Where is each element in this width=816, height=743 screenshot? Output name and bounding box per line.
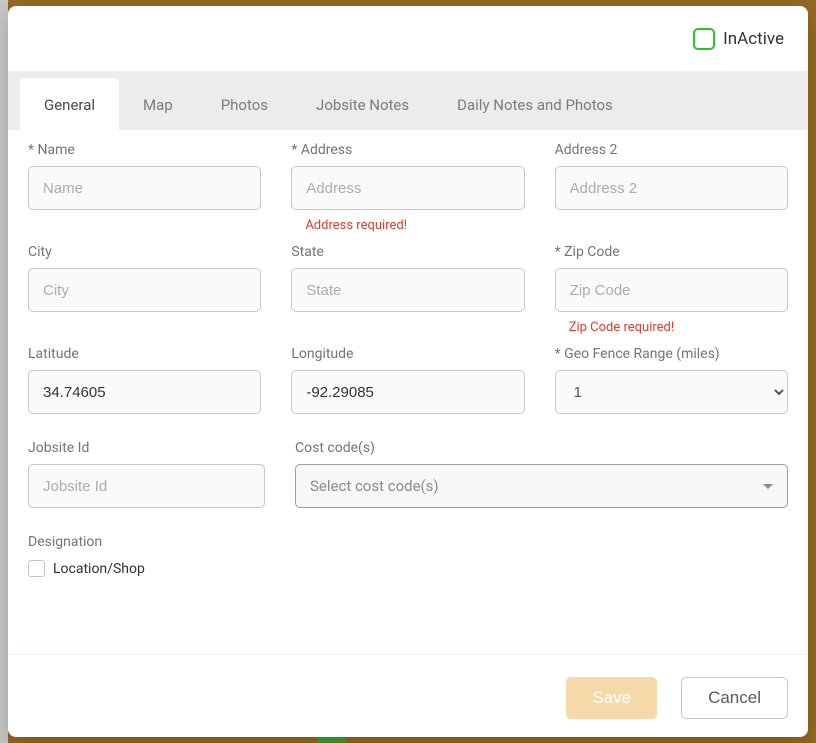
jobsite-id-input[interactable] [28,464,265,508]
inactive-checkbox-wrap[interactable]: InActive [693,28,784,50]
save-button[interactable]: Save [566,677,657,719]
field-name: * Name [28,142,261,240]
longitude-label: Longitude [291,346,524,362]
field-latitude: Latitude [28,346,261,436]
field-designation: Designation Location/Shop [28,534,788,577]
tab-general[interactable]: General [20,78,119,130]
tab-jobsite-notes[interactable]: Jobsite Notes [292,78,433,130]
field-state: State [291,244,524,342]
field-address: * Address Address required! [291,142,524,240]
inactive-label: InActive [723,29,784,49]
cost-codes-label: Cost code(s) [295,440,788,456]
geofence-select[interactable]: 1 [555,370,788,414]
field-jobsite-id: Jobsite Id [28,440,265,530]
field-geofence: * Geo Fence Range (miles) 1 [555,346,788,436]
cost-codes-select[interactable]: Select cost code(s) [295,464,788,508]
checkbox-icon [28,560,45,577]
city-input[interactable] [28,268,261,312]
jobsite-modal: InActive General Map Photos Jobsite Note… [8,6,808,737]
location-shop-checkbox[interactable]: Location/Shop [28,560,788,577]
field-longitude: Longitude [291,346,524,436]
state-label: State [291,244,524,260]
field-cost-codes: Cost code(s) Select cost code(s) [295,440,788,530]
chevron-down-icon [763,484,773,489]
name-label: * Name [28,142,261,158]
field-address2: Address 2 [555,142,788,240]
modal-header: InActive [8,6,808,72]
cost-codes-placeholder: Select cost code(s) [310,477,439,495]
address2-input[interactable] [555,166,788,210]
latitude-input[interactable] [28,370,261,414]
address-error: Address required! [305,218,524,233]
inactive-checkbox-icon [693,28,715,50]
zip-label: * Zip Code [555,244,788,260]
state-input[interactable] [291,268,524,312]
address-input[interactable] [291,166,524,210]
jobsite-id-label: Jobsite Id [28,440,265,456]
location-shop-label: Location/Shop [53,561,145,577]
modal-footer: Save Cancel [8,654,808,737]
field-zip: * Zip Code Zip Code required! [555,244,788,342]
zip-error: Zip Code required! [569,320,788,335]
address-label: * Address [291,142,524,158]
name-input[interactable] [28,166,261,210]
longitude-input[interactable] [291,370,524,414]
tab-photos[interactable]: Photos [197,78,292,130]
city-label: City [28,244,261,260]
form-body: * Name * Address Address required! Addre… [8,130,808,654]
cancel-button[interactable]: Cancel [681,677,788,719]
tab-map[interactable]: Map [119,78,197,130]
tab-bar: General Map Photos Jobsite Notes Daily N… [8,72,808,130]
address2-label: Address 2 [555,142,788,158]
latitude-label: Latitude [28,346,261,362]
geofence-label: * Geo Fence Range (miles) [555,346,788,362]
field-city: City [28,244,261,342]
designation-label: Designation [28,534,788,550]
tab-daily-notes[interactable]: Daily Notes and Photos [433,78,637,130]
zip-input[interactable] [555,268,788,312]
